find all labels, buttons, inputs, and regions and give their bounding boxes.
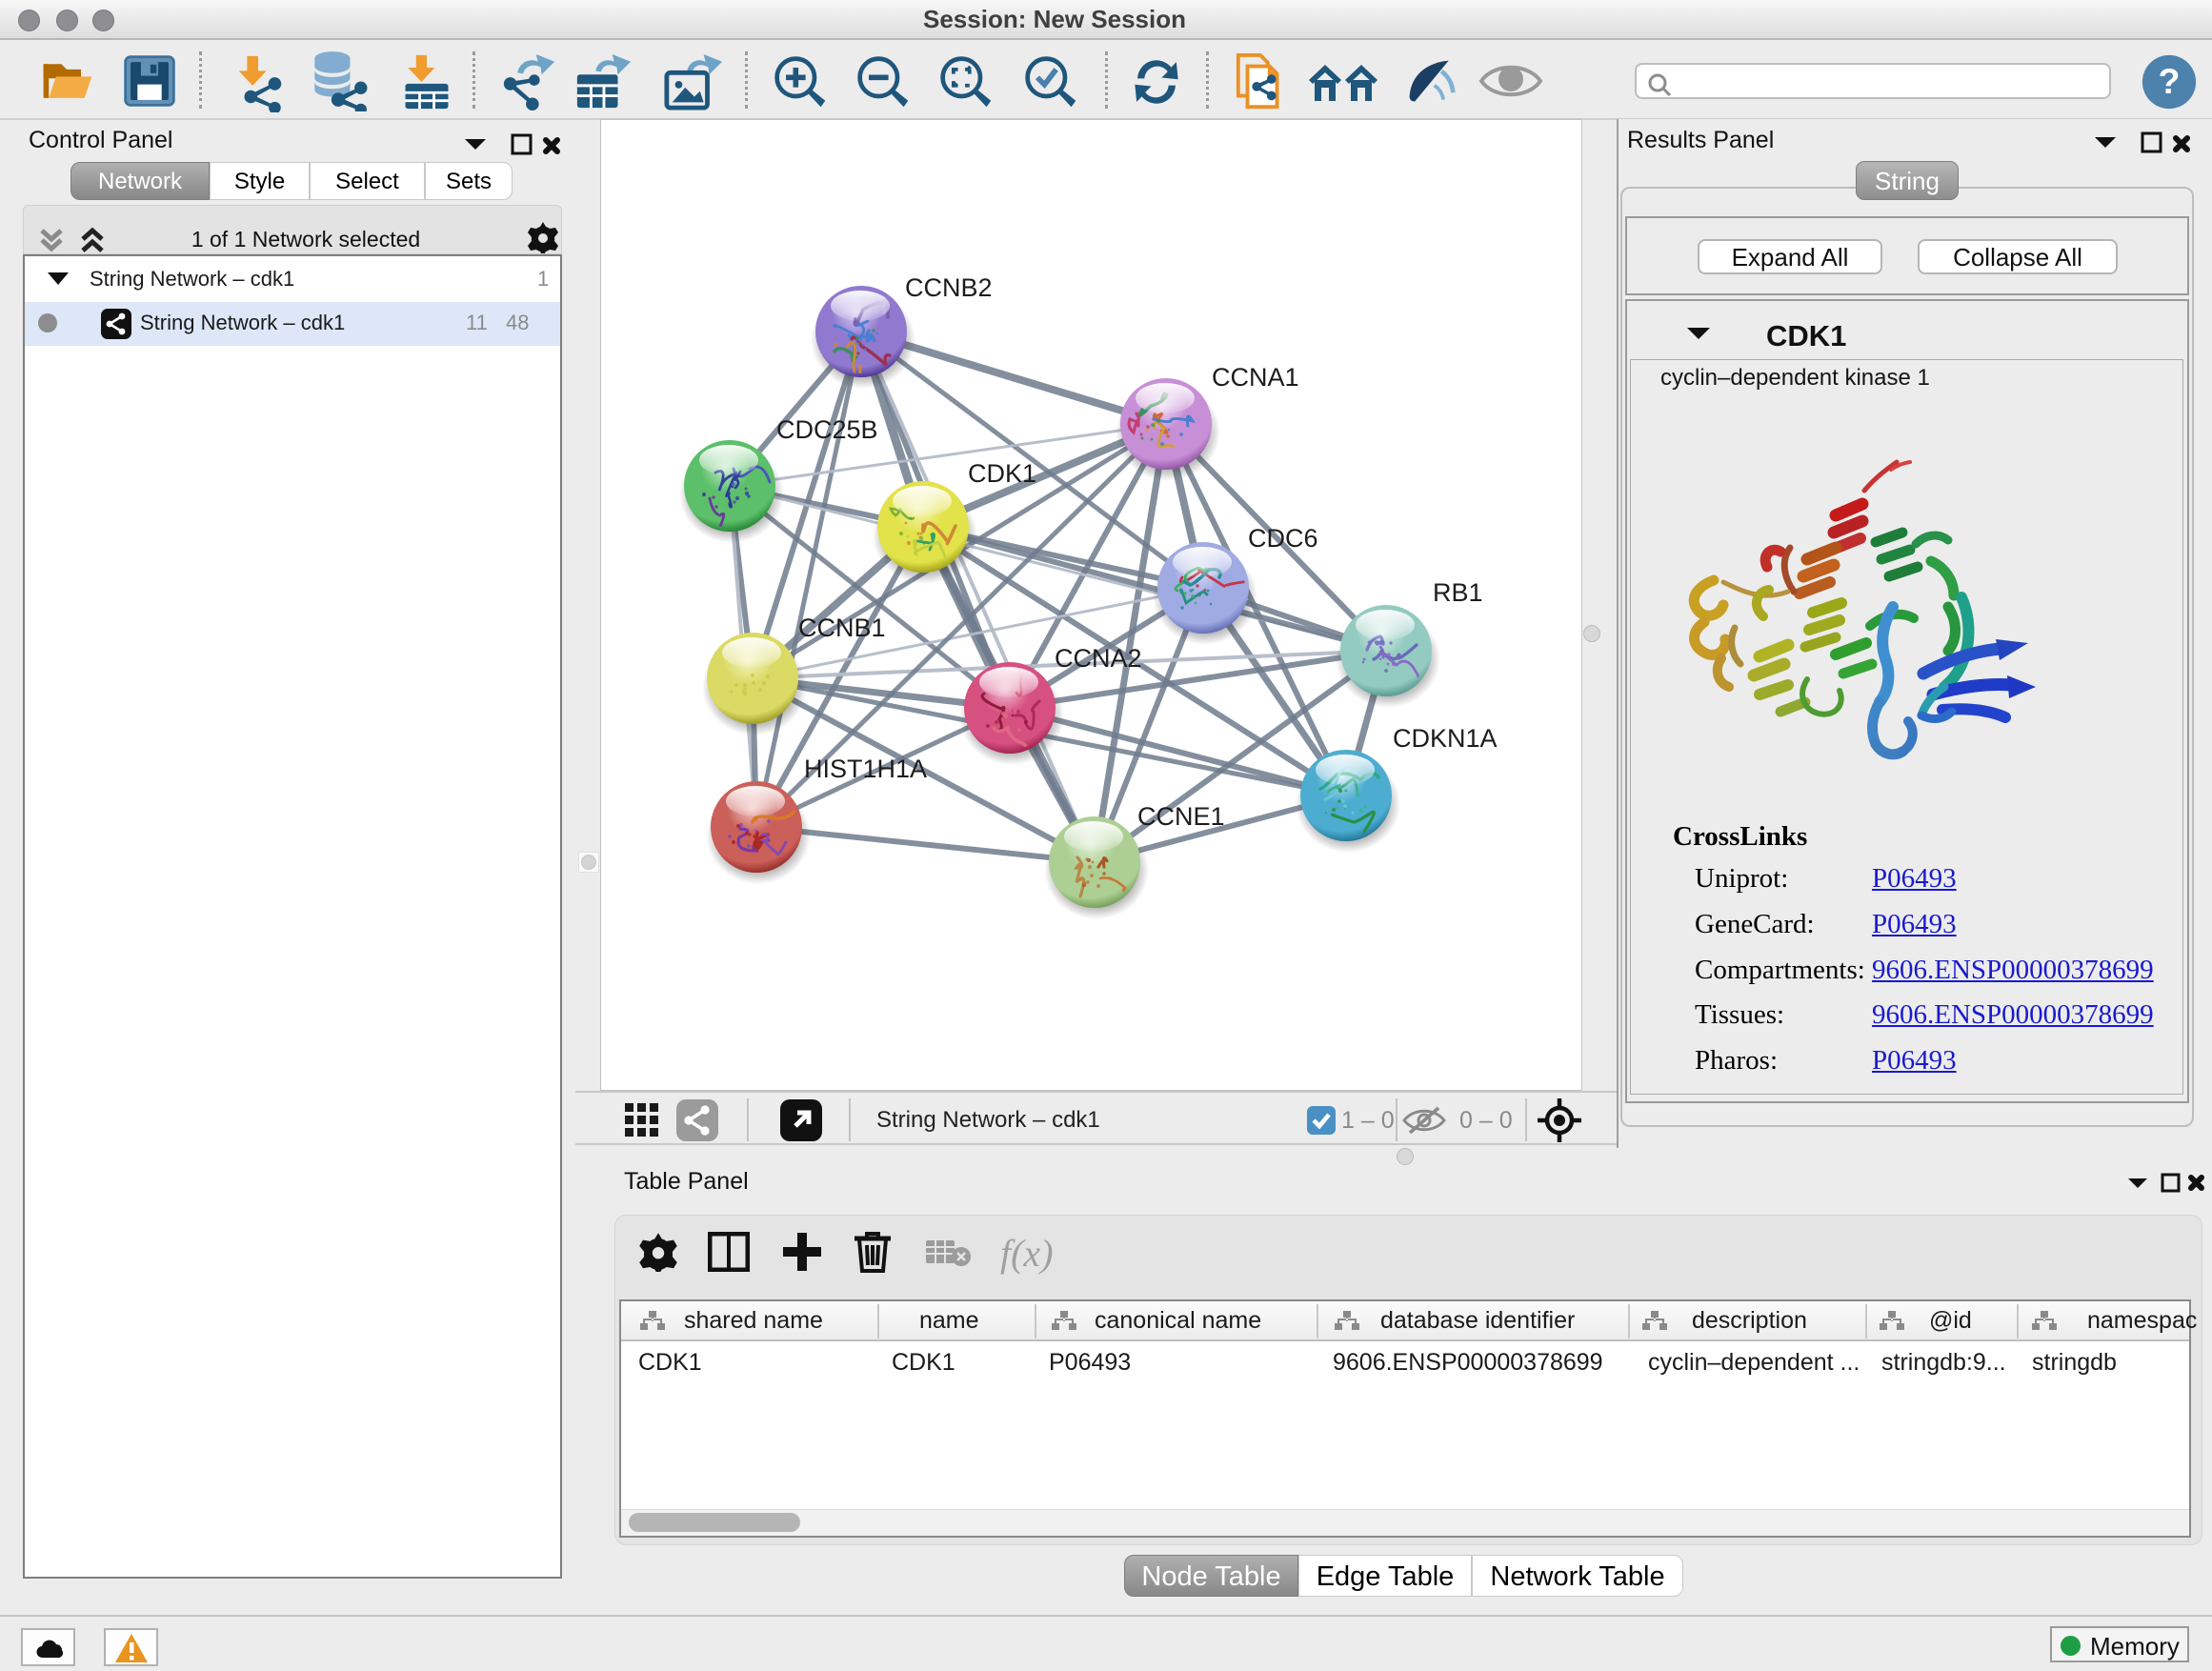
- svg-text:CDK1: CDK1: [968, 459, 1036, 488]
- svg-text:RB1: RB1: [1433, 578, 1483, 607]
- svg-text:CCNB1: CCNB1: [798, 614, 886, 642]
- svg-text:CCNB2: CCNB2: [905, 273, 993, 302]
- svg-text:HIST1H1A: HIST1H1A: [804, 755, 927, 783]
- svg-text:CDC6: CDC6: [1248, 524, 1318, 553]
- svg-text:CCNA2: CCNA2: [1055, 644, 1142, 673]
- svg-text:CCNA1: CCNA1: [1212, 363, 1299, 392]
- svg-text:CDC25B: CDC25B: [776, 415, 878, 444]
- svg-text:?: ?: [2159, 61, 2181, 101]
- svg-text:CDKN1A: CDKN1A: [1393, 724, 1498, 753]
- svg-text:CCNE1: CCNE1: [1137, 802, 1225, 831]
